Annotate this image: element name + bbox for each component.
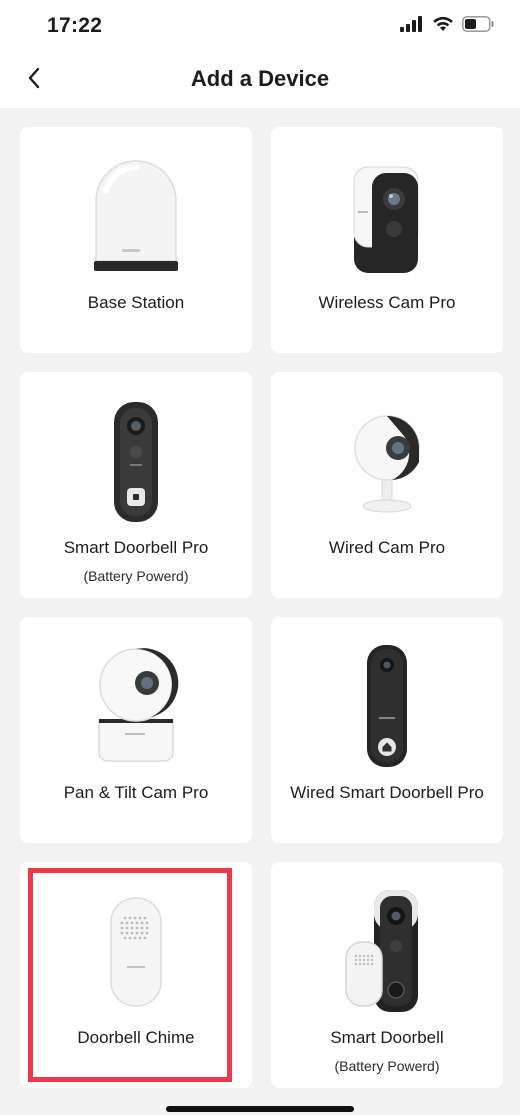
wireless-cam-icon [271,141,503,291]
device-label: Wired Cam Pro [328,538,446,557]
doorbell-pro-icon [20,386,252,536]
device-card-base-station[interactable]: Base Station [20,127,252,353]
device-sublabel: (Battery Powerd) [83,568,189,584]
device-card-pan-tilt-cam-pro[interactable]: Pan & Tilt Cam Pro [20,617,252,843]
device-card-doorbell-chime[interactable]: Doorbell Chime [20,862,252,1088]
wifi-icon [432,16,454,37]
battery-icon [462,16,494,37]
device-card-wired-smart-doorbell-pro[interactable]: Wired Smart Doorbell Pro [271,617,503,843]
smart-doorbell-icon [271,876,503,1026]
page-title: Add a Device [190,66,330,91]
device-label: Doorbell Chime [77,1028,195,1047]
device-card-wireless-cam-pro[interactable]: Wireless Cam Pro [271,127,503,353]
status-icons [400,16,494,37]
device-label: Smart Doorbell Pro [63,538,209,557]
device-label: Smart Doorbell [330,1028,444,1047]
device-label: Wireless Cam Pro [318,293,456,312]
device-grid: Base Station Wireless Cam Pro Smart Door… [20,127,504,1088]
device-card-smart-doorbell-pro[interactable]: Smart Doorbell Pro (Battery Powerd) [20,372,252,598]
status-bar: 17:22 [0,0,520,52]
wired-doorbell-icon [271,631,503,781]
device-sublabel: (Battery Powerd) [334,1058,440,1074]
device-label: Base Station [87,293,185,312]
device-label: Pan & Tilt Cam Pro [63,783,209,802]
chime-icon [20,876,252,1026]
device-label: Wired Smart Doorbell Pro [290,783,484,802]
home-indicator [166,1106,354,1112]
cellular-signal-icon [400,16,424,37]
wired-cam-icon [271,386,503,536]
nav-bar: Add a Device [0,52,520,108]
device-card-smart-doorbell[interactable]: Smart Doorbell (Battery Powerd) [271,862,503,1088]
status-time: 17:22 [47,14,103,37]
device-card-wired-cam-pro[interactable]: Wired Cam Pro [271,372,503,598]
pan-tilt-cam-icon [20,631,252,781]
base-station-icon [20,141,252,291]
